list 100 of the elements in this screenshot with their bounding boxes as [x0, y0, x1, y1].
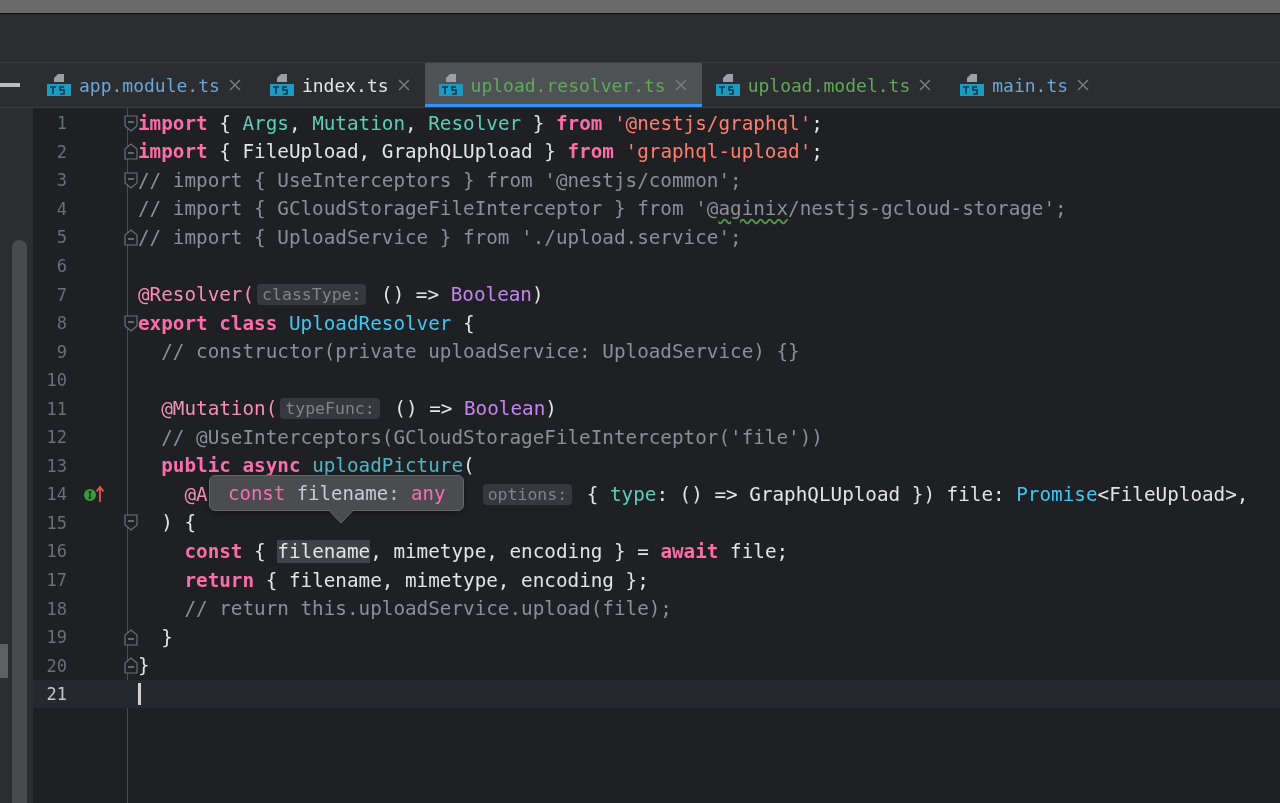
line-number: 19 — [45, 627, 67, 648]
code-text: ; — [811, 111, 823, 135]
editor-tab[interactable]: upload.resolver.ts — [424, 63, 702, 107]
keyword: await — [660, 539, 719, 563]
fold-marker-icon[interactable] — [123, 314, 139, 332]
line-number: 1 — [55, 113, 67, 134]
code-comment: // import { GCloudStorageFileInterceptor } from '@ — [138, 197, 719, 221]
typescript-file-icon — [960, 72, 985, 98]
code-text: { FileUpload, GraphQLUpload } — [218, 140, 557, 164]
line-number: 13 — [45, 455, 67, 476]
line-number: 3 — [55, 170, 67, 191]
code-text: { — [462, 311, 475, 335]
line-number: 2 — [55, 141, 67, 162]
editor-tab[interactable]: app.module.ts — [33, 63, 256, 107]
code-text: { — [218, 111, 232, 135]
decorator: @A — [183, 482, 208, 506]
code-comment: // constructor(private uploadService: UploadService) {} — [160, 340, 800, 364]
fold-marker-icon[interactable] — [123, 657, 139, 675]
code-comment: // return this.uploadService.upload(file); — [183, 597, 672, 621]
line-number: 17 — [45, 570, 67, 590]
keyword: const — [183, 539, 243, 563]
fold-marker-icon[interactable] — [123, 114, 139, 132]
editor-tab[interactable]: main.ts — [946, 63, 1105, 107]
typescript-file-icon — [438, 72, 463, 98]
code-comment: aginix — [718, 197, 789, 221]
line-number: 5 — [55, 227, 67, 248]
line-number: 14 — [45, 484, 67, 505]
fold-marker-icon[interactable] — [123, 171, 139, 189]
code-text: , mimetype, encoding } = — [370, 539, 650, 563]
parameter-hint: options: — [482, 483, 573, 505]
line-number: 9 — [55, 341, 67, 362]
line-number: 6 — [55, 256, 67, 276]
code-comment: // @UseInterceptors(GCloudStorageFileInterceptor('file')) — [160, 425, 823, 449]
type-name: Boolean — [464, 397, 546, 421]
line-number: 4 — [55, 198, 67, 219]
line-number: 18 — [45, 598, 67, 619]
code-text: ) — [531, 283, 544, 307]
code-text: ) — [545, 397, 557, 421]
fold-marker-icon[interactable] — [123, 143, 139, 161]
scrollbar[interactable] — [12, 240, 27, 803]
decorator: @Resolver( — [138, 283, 255, 307]
string-literal: 'graphql-upload' — [624, 140, 812, 164]
code-text: : — [388, 482, 401, 504]
line-number: 16 — [45, 541, 67, 562]
code-comment: /nestjs-gcloud-storage'; — [788, 197, 1067, 221]
editor-tab[interactable]: upload.model.ts — [701, 63, 947, 107]
typescript-file-icon — [269, 72, 294, 98]
keyword: from — [555, 111, 603, 135]
function-name: uploadPicture — [311, 454, 464, 478]
line-number: 11 — [45, 398, 67, 419]
code-text: } — [531, 111, 546, 135]
type-name: Boolean — [450, 283, 532, 307]
code-text: ( — [463, 454, 475, 478]
code-text: file; — [729, 539, 789, 563]
code-text: filename — [295, 482, 389, 504]
fold-marker-icon[interactable] — [123, 514, 139, 532]
line-number: 8 — [55, 313, 67, 334]
line-number: 20 — [45, 655, 67, 676]
code-comment: // import { UseInterceptors } from '@nestjs/common'; — [138, 168, 742, 192]
text-cursor — [138, 683, 141, 706]
fold-marker-icon[interactable] — [123, 628, 139, 646]
keyword: any — [411, 482, 446, 504]
fold-marker-icon[interactable] — [123, 228, 139, 246]
code-text: } — [138, 654, 150, 678]
keyword: import — [138, 111, 208, 135]
typescript-file-icon — [715, 72, 740, 98]
code-text: , — [405, 111, 418, 135]
implements-marker-icon[interactable] — [83, 485, 105, 504]
code-text: { filename, mimetype, encoding }; — [264, 568, 649, 592]
code-text: ) { — [160, 511, 197, 535]
code-text: <FileUpload>, — [1097, 482, 1249, 506]
editor-tab[interactable]: index.ts — [255, 63, 425, 107]
identifier: Resolver — [428, 111, 522, 135]
code-text: () => — [380, 283, 441, 307]
code-text: } — [160, 625, 173, 649]
code-text: { — [253, 539, 267, 563]
class-name: UploadResolver — [287, 311, 452, 335]
code-text: filename — [277, 539, 371, 563]
property-name: type — [609, 482, 657, 506]
line-number: 12 — [45, 427, 67, 448]
code-text: : () => GraphQLUpload }) file: — [656, 482, 1006, 506]
keyword: export class — [138, 311, 278, 335]
parameter-hint: typeFunc: — [280, 398, 380, 420]
typescript-file-icon — [47, 72, 71, 98]
parameter-hint: classType: — [257, 284, 367, 306]
code-text: ; — [811, 140, 823, 164]
code-text: { — [585, 482, 600, 506]
keyword: const — [228, 482, 286, 504]
keyword: public async — [160, 454, 301, 478]
scroll-marker — [0, 644, 8, 678]
identifier: Args — [242, 111, 289, 135]
class-name: Promise — [1016, 482, 1098, 506]
code-text: () => — [393, 397, 454, 421]
identifier: Mutation — [312, 111, 405, 135]
string-literal: '@nestjs/graphql' — [612, 111, 812, 135]
line-number: 10 — [45, 370, 67, 391]
line-number: 15 — [45, 512, 67, 533]
line-number: 7 — [55, 284, 67, 305]
line-number: 21 — [45, 684, 67, 705]
keyword: from — [567, 140, 614, 164]
